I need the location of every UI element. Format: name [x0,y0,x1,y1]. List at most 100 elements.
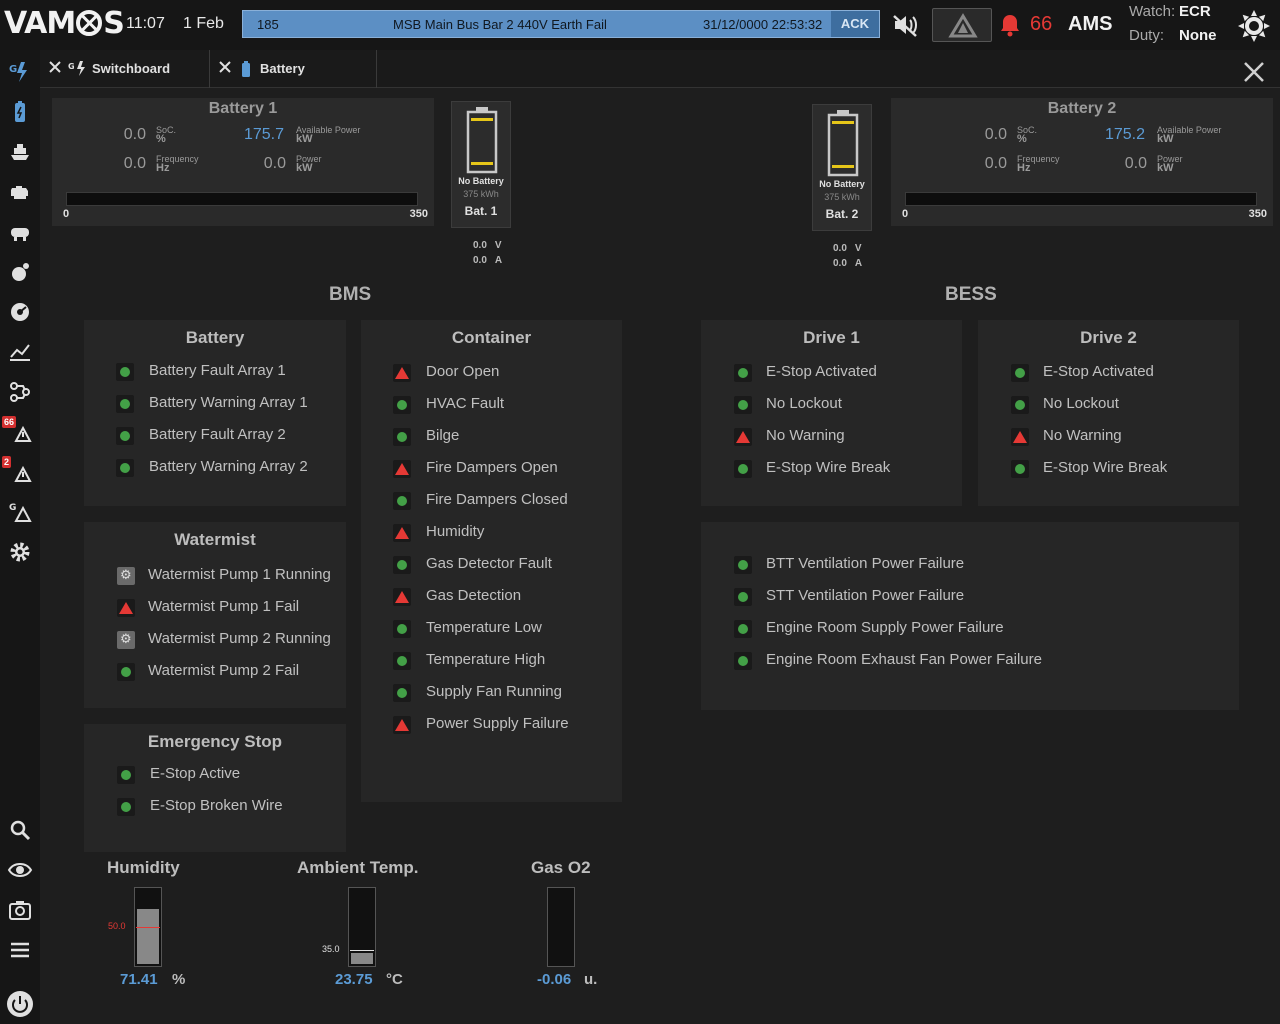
status-item-label[interactable]: Fire Dampers Closed [426,491,568,508]
status-item-label[interactable]: Bilge [426,427,459,444]
cell-capacity: 375 kWh [463,189,499,199]
alarm-triangle-icon [393,364,411,382]
fuel-icon[interactable] [6,258,34,286]
tab-switchboard[interactable]: G Switchboard [40,50,210,88]
tab-battery[interactable]: Battery [210,50,377,88]
frequency-value: 0.0 [984,155,1007,172]
ambient-temp-unit: °C [386,971,403,988]
status-item-label[interactable]: No Warning [766,427,845,444]
status-ok-icon [393,492,411,510]
cell-capacity: 375 kWh [824,192,860,202]
status-item-label[interactable]: No Lockout [1043,395,1119,412]
active-alarm-bar[interactable]: 185 MSB Main Bus Bar 2 440V Earth Fail 3… [242,10,880,38]
status-item-label[interactable]: Temperature Low [426,619,542,636]
status-item-label[interactable]: E-Stop Active [150,765,240,782]
status-item-label[interactable]: Power Supply Failure [426,715,569,732]
ship-icon[interactable] [6,138,34,166]
pump-running-icon [117,631,135,649]
status-item-label[interactable]: Watermist Pump 2 Running [148,630,331,647]
status-item-label[interactable]: E-Stop Broken Wire [150,797,283,814]
alarm-list-icon[interactable] [6,418,34,446]
status-ok-icon [393,620,411,638]
status-item-label[interactable]: Temperature High [426,651,545,668]
mute-button[interactable] [882,8,928,42]
status-item-label[interactable]: Humidity [426,523,484,540]
engine-icon[interactable] [6,178,34,206]
power-icon[interactable] [6,990,34,1018]
battery-1-cell[interactable]: No Battery 375 kWh Bat. 1 [451,101,511,228]
power-bar [905,192,1257,206]
brightness-icon[interactable] [1236,8,1272,49]
bar-max: 350 [409,208,428,220]
top-bar: VAM S 11:07 1 Feb 185 MSB Main Bus Bar 2 … [0,0,1280,50]
watermist-panel: Watermist Watermist Pump 1 Running Watermi… [84,522,346,708]
status-item-label[interactable]: Engine Room Exhaust Fan Power Failure [766,651,1042,668]
close-page-icon[interactable] [1242,60,1266,84]
ack-button[interactable]: ACK [831,11,879,37]
status-item-label[interactable]: Watermist Pump 1 Fail [148,598,299,615]
pump-icon[interactable] [6,218,34,246]
status-item-label[interactable]: Battery Fault Array 2 [149,426,286,443]
close-icon[interactable] [48,60,62,74]
status-item-label[interactable]: HVAC Fault [426,395,504,412]
status-item-label[interactable]: Gas Detector Fault [426,555,552,572]
switchboard-icon[interactable]: G [6,58,34,86]
trend-icon[interactable] [6,338,34,366]
warning-list-icon[interactable] [6,458,34,486]
ambient-temp-title: Ambient Temp. [297,858,419,877]
bell-icon[interactable] [998,12,1022,43]
close-icon[interactable] [218,60,232,74]
available-power-value: 175.7 [243,126,284,143]
duty-value[interactable]: None [1179,27,1217,44]
fan-icon[interactable] [6,298,34,326]
status-item-label[interactable]: No Lockout [766,395,842,412]
status-item-label[interactable]: Gas Detection [426,587,521,604]
generator-alarm-icon[interactable]: G [6,498,34,526]
watch-value[interactable]: ECR [1179,3,1211,20]
status-item-label[interactable]: Engine Room Supply Power Failure [766,619,1004,636]
status-item-label[interactable]: Watermist Pump 1 Running [148,566,331,583]
status-item-label[interactable]: Supply Fan Running [426,683,562,700]
alarm-triangle-icon [1011,428,1029,446]
duty-label: Duty: [1129,27,1165,44]
eye-icon[interactable] [6,856,34,884]
battery-icon [242,61,250,77]
soc-value: 0.0 [123,126,146,143]
panel-title: Watermist [174,530,256,549]
humidity-gauge-fill [137,909,159,964]
status-item-label[interactable]: E-Stop Activated [766,363,877,380]
alarm-group-button[interactable] [932,8,992,42]
camera-icon[interactable] [6,896,34,924]
status-item-label[interactable]: E-Stop Wire Break [1043,459,1167,476]
sidebar: G 66 2 G [0,50,40,1024]
network-icon[interactable] [6,378,34,406]
battery-2-cell[interactable]: No Battery 375 kWh Bat. 2 [812,104,872,231]
status-item-label[interactable]: Watermist Pump 2 Fail [148,662,299,679]
status-item-label[interactable]: BTT Ventilation Power Failure [766,555,964,572]
status-item-label[interactable]: E-Stop Wire Break [766,459,890,476]
status-item-label[interactable]: Battery Warning Array 2 [149,458,308,475]
menu-icon[interactable] [6,936,34,964]
battery-1-current: 0.0 A [473,255,503,266]
watch-label: Watch: [1129,3,1176,20]
alarm-triangle-icon [393,460,411,478]
status-item-label[interactable]: STT Ventilation Power Failure [766,587,964,604]
system-label: AMS [1068,13,1113,35]
status-item-label[interactable]: E-Stop Activated [1043,363,1154,380]
cell-name: Bat. 2 [825,207,859,221]
settings-icon[interactable] [6,538,34,566]
status-item-label[interactable]: Battery Warning Array 1 [149,394,308,411]
bms-title: BMS [329,284,372,305]
gas-o2-unit: u. [584,971,598,988]
frequency-label: Frequency Hz [156,154,199,174]
alarm-count[interactable]: 66 [1030,13,1052,36]
status-item-label[interactable]: Battery Fault Array 1 [149,362,286,379]
status-item-label[interactable]: No Warning [1043,427,1122,444]
search-icon[interactable] [6,816,34,844]
soc-label: SoC.% [156,125,177,145]
ventilation-panel: BTT Ventilation Power Failure STT Ventila… [701,522,1239,710]
battery-2-current: 0.0 A [833,258,863,269]
status-item-label[interactable]: Fire Dampers Open [426,459,558,476]
battery-icon[interactable] [6,98,34,126]
status-item-label[interactable]: Door Open [426,363,499,380]
